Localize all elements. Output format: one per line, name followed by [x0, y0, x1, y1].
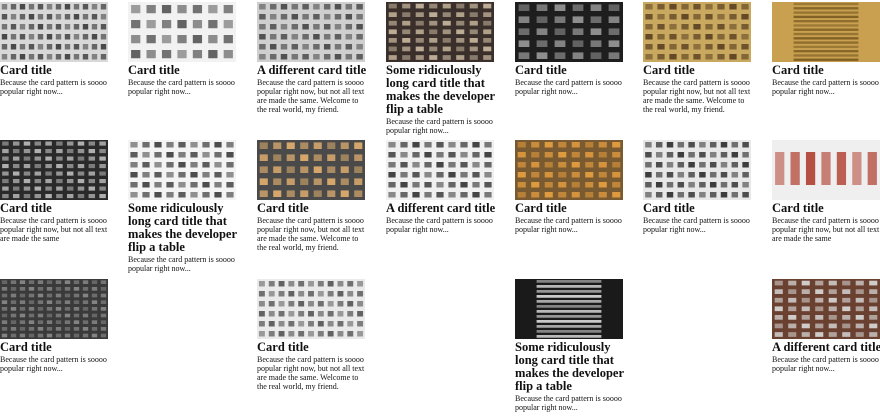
card-title: Some ridiculously long card title that m… [128, 201, 237, 254]
card-text: Because the card pattern is soooo popula… [128, 255, 235, 273]
card-image [0, 140, 108, 200]
building-photo-graphic [386, 2, 494, 62]
card-title: Card title [772, 63, 824, 77]
card[interactable]: Card title Because the card pattern is s… [0, 2, 110, 96]
card[interactable]: Some ridiculously long card title that m… [515, 279, 625, 412]
card-text: Because the card pattern is soooo popula… [257, 216, 365, 252]
building-photo-graphic [0, 279, 108, 339]
card-image [643, 2, 751, 62]
card-title: Card title [0, 63, 52, 77]
card[interactable]: A different card title Because the card … [772, 279, 880, 373]
card-text: Because the card pattern is soooo popula… [515, 216, 622, 234]
card-image [257, 2, 365, 62]
card[interactable]: Some ridiculously long card title that m… [386, 2, 496, 135]
card-image [386, 140, 494, 200]
building-photo-graphic [386, 140, 494, 200]
card-text: Because the card pattern is soooo popula… [0, 216, 108, 243]
card-image [772, 140, 880, 200]
card-image [515, 279, 623, 339]
card-title: Some ridiculously long card title that m… [515, 340, 624, 393]
card-title: Card title [257, 201, 309, 215]
building-photo-graphic [515, 279, 623, 339]
card[interactable]: A different card title Because the card … [386, 140, 496, 234]
card-text: Because the card pattern is soooo popula… [257, 355, 365, 391]
card-image [128, 2, 236, 62]
card-image [772, 279, 880, 339]
building-photo-graphic [772, 140, 880, 200]
card-image [128, 140, 236, 200]
building-photo-graphic [257, 140, 365, 200]
card-title: Card title [0, 340, 52, 354]
card[interactable]: A different card title Because the card … [257, 2, 367, 114]
card[interactable]: Card title Because the card pattern is s… [772, 140, 880, 243]
building-photo-graphic [257, 279, 365, 339]
card-image [257, 140, 365, 200]
building-photo-graphic [643, 140, 751, 200]
card-title: A different card title [386, 201, 496, 215]
card-text: Because the card pattern is soooo popula… [772, 216, 880, 243]
building-photo-graphic [128, 2, 236, 62]
card-text: Because the card pattern is soooo popula… [386, 216, 493, 234]
card-title: Card title [128, 63, 180, 77]
card-title: A different card title [257, 63, 367, 77]
building-photo-graphic [0, 2, 108, 62]
card-text: Because the card pattern is soooo popula… [515, 394, 622, 412]
card-image [515, 2, 623, 62]
card-image [515, 140, 623, 200]
card-title: Card title [257, 340, 309, 354]
card[interactable]: Some ridiculously long card title that m… [128, 140, 238, 273]
card-text: Because the card pattern is soooo popula… [772, 78, 879, 96]
building-photo-graphic [643, 2, 751, 62]
card-text: Because the card pattern is soooo popula… [257, 78, 365, 114]
card-title: Card title [643, 201, 695, 215]
building-photo-graphic [128, 140, 236, 200]
card-title: Card title [772, 201, 824, 215]
card-text: Because the card pattern is soooo popula… [386, 117, 493, 135]
card[interactable]: Card title Because the card pattern is s… [128, 2, 238, 96]
card-text: Because the card pattern is soooo popula… [772, 355, 879, 373]
card[interactable]: Card title Because the card pattern is s… [515, 2, 625, 96]
building-photo-graphic [772, 279, 880, 339]
card-image [643, 140, 751, 200]
card-text: Because the card pattern is soooo popula… [515, 78, 622, 96]
card-image [772, 2, 880, 62]
card-title: Card title [0, 201, 52, 215]
card-text: Because the card pattern is soooo popula… [643, 78, 751, 114]
card[interactable]: Card title Because the card pattern is s… [257, 279, 367, 391]
card-text: Because the card pattern is soooo popula… [0, 355, 107, 373]
card-title: Card title [515, 63, 567, 77]
building-photo-graphic [515, 2, 623, 62]
card-title: Some ridiculously long card title that m… [386, 63, 495, 116]
building-photo-graphic [772, 2, 880, 62]
building-photo-graphic [515, 140, 623, 200]
card-image [257, 279, 365, 339]
card[interactable]: Card title Because the card pattern is s… [0, 279, 110, 373]
card-image [0, 2, 108, 62]
card-title: Card title [643, 63, 695, 77]
card[interactable]: Card title Because the card pattern is s… [0, 140, 110, 243]
card-title: Card title [515, 201, 567, 215]
building-photo-graphic [0, 140, 108, 200]
building-photo-graphic [257, 2, 365, 62]
card[interactable]: Card title Because the card pattern is s… [643, 140, 753, 234]
card[interactable]: Card title Because the card pattern is s… [515, 140, 625, 234]
card-text: Because the card pattern is soooo popula… [128, 78, 235, 96]
card[interactable]: Card title Because the card pattern is s… [257, 140, 367, 252]
card-image [0, 279, 108, 339]
card-text: Because the card pattern is soooo popula… [0, 78, 107, 96]
card-title: A different card title [772, 340, 880, 354]
card-image [386, 2, 494, 62]
card[interactable]: Card title Because the card pattern is s… [643, 2, 753, 114]
card-text: Because the card pattern is soooo popula… [643, 216, 750, 234]
card[interactable]: Card title Because the card pattern is s… [772, 2, 880, 96]
